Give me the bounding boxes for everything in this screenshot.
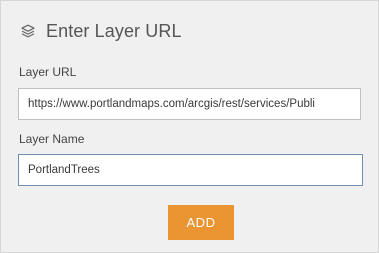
layer-url-input[interactable] — [18, 88, 361, 120]
add-button[interactable]: ADD — [168, 205, 234, 240]
layer-name-label: Layer Name — [19, 132, 85, 146]
panel-header: Enter Layer URL — [19, 20, 182, 42]
enter-layer-url-panel: Enter Layer URL Layer URL Layer Name ADD — [0, 0, 379, 253]
layers-icon — [19, 22, 37, 40]
panel-title: Enter Layer URL — [46, 20, 182, 41]
layer-url-label: Layer URL — [19, 65, 77, 79]
layer-name-input[interactable] — [18, 154, 363, 186]
